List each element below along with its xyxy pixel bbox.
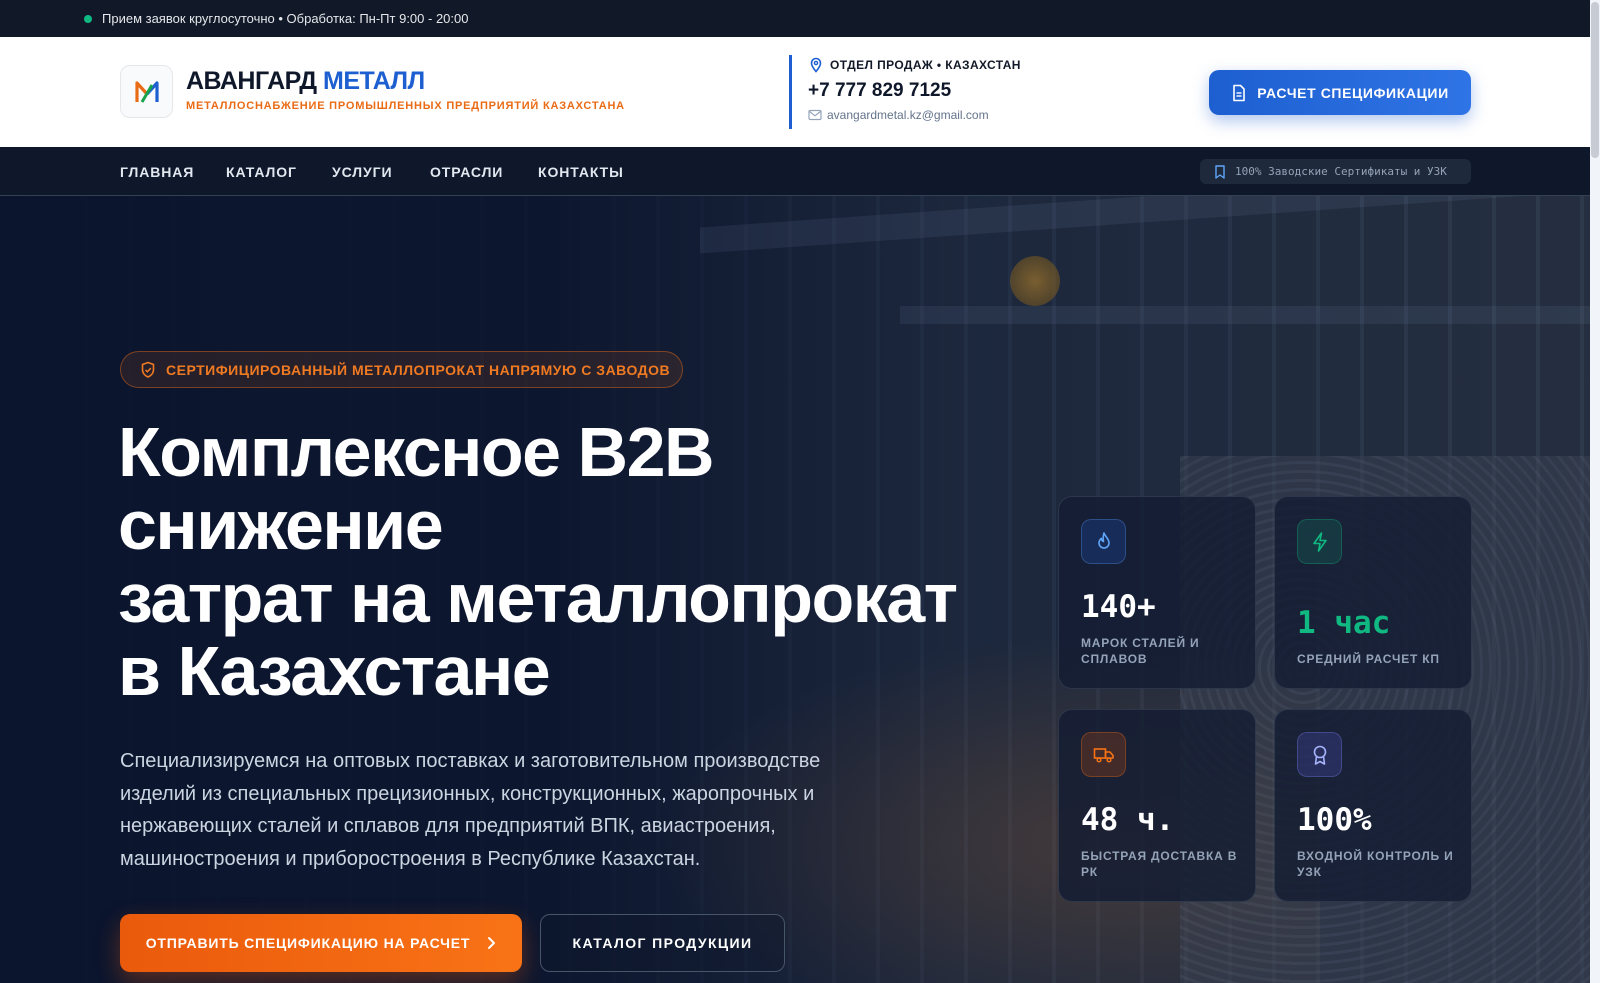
nav-item-contacts[interactable]: КОНТАКТЫ xyxy=(538,164,624,180)
stat-label: СРЕДНИЙ РАСЧЕТ КП xyxy=(1297,652,1440,666)
certificates-badge: 100% Заводские Сертификаты и УЗК xyxy=(1200,159,1471,184)
spec-calc-button[interactable]: РАСЧЕТ СПЕЦИФИКАЦИИ xyxy=(1209,70,1471,115)
hero-description: Специализируемся на оптовых поставках и … xyxy=(120,750,821,870)
nav-item-industries[interactable]: ОТРАСЛИ xyxy=(430,164,503,180)
brand-tagline: МЕТАЛЛОСНАБЖЕНИЕ ПРОМЫШЛЕННЫХ ПРЕДПРИЯТИ… xyxy=(186,100,625,112)
stat-card-grades: 140+ МАРОК СТАЛЕЙ И СПЛАВОВ xyxy=(1058,496,1256,689)
stat-card-quality-control: 100% ВХОДНОЙ КОНТРОЛЬ И УЗК xyxy=(1274,709,1472,902)
stat-card-delivery: 48 ч. БЫСТРАЯ ДОСТАВКА В РК xyxy=(1058,709,1256,902)
hero-title-line: Комплексное B2B xyxy=(118,413,715,491)
scrollbar-thumb[interactable] xyxy=(1591,2,1599,158)
stat-value: 1 час xyxy=(1297,605,1391,641)
stat-value: 48 ч. xyxy=(1081,802,1175,838)
award-icon xyxy=(1297,732,1342,777)
working-hours-text: Прием заявок круглосуточно • Обработка: … xyxy=(102,11,469,26)
hero-title-line: снижение xyxy=(118,486,444,564)
stat-card-quote-time: 1 час СРЕДНИЙ РАСЧЕТ КП xyxy=(1274,496,1472,689)
phone-link[interactable]: +7 777 829 7125 xyxy=(808,80,1021,102)
hero-title-line: затрат на металлопрокат xyxy=(118,559,958,637)
send-spec-button[interactable]: ОТПРАВИТЬ СПЕЦИФИКАЦИЮ НА РАСЧЕТ xyxy=(120,914,522,972)
nav-item-home[interactable]: ГЛАВНАЯ xyxy=(120,164,194,180)
chevron-right-icon xyxy=(488,937,496,949)
brand-name-main: АВАНГАРД xyxy=(186,67,317,95)
main-nav: ГЛАВНАЯ КАТАЛОГ УСЛУГИ ОТРАСЛИ КОНТАКТЫ … xyxy=(0,147,1590,196)
nav-item-services[interactable]: УСЛУГИ xyxy=(332,164,392,180)
document-icon xyxy=(1233,84,1246,101)
top-info-bar: Прием заявок круглосуточно • Обработка: … xyxy=(0,0,1590,37)
stat-value: 140+ xyxy=(1081,589,1156,625)
contact-block: ОТДЕЛ ПРОДАЖ • КАЗАХСТАН +7 777 829 7125… xyxy=(789,55,1021,129)
background-beam xyxy=(900,306,1590,324)
background-crane-hook xyxy=(1010,256,1060,306)
background-beam xyxy=(700,196,1590,254)
stat-label: МАРОК СТАЛЕЙ И СПЛАВОВ xyxy=(1081,636,1200,666)
email-link[interactable]: avangardmetal.kz@gmail.com xyxy=(808,108,1021,122)
location-pin-icon xyxy=(810,57,822,73)
brand-name[interactable]: АВАНГАРД МЕТАЛЛ xyxy=(186,67,425,96)
stat-label: БЫСТРАЯ ДОСТАВКА В РК xyxy=(1081,849,1238,879)
certified-badge: СЕРТИФИЦИРОВАННЫЙ МЕТАЛЛОПРОКАТ НАПРЯМУЮ… xyxy=(120,351,683,388)
bookmark-icon xyxy=(1215,164,1225,179)
hero-title: Комплексное B2B снижение затрат на метал… xyxy=(118,416,998,708)
hero-title-line: в Казахстане xyxy=(118,632,551,710)
lightning-icon xyxy=(1297,519,1342,564)
flame-icon xyxy=(1081,519,1126,564)
catalog-button[interactable]: КАТАЛОГ ПРОДУКЦИИ xyxy=(540,914,785,972)
logo-icon[interactable] xyxy=(120,65,173,118)
nav-item-catalog[interactable]: КАТАЛОГ xyxy=(226,164,297,180)
shield-check-icon xyxy=(141,361,155,378)
mail-icon xyxy=(808,109,822,121)
site-header: АВАНГАРД МЕТАЛЛ МЕТАЛЛОСНАБЖЕНИЕ ПРОМЫШЛ… xyxy=(0,37,1590,147)
truck-icon xyxy=(1081,732,1126,777)
hero-section: СЕРТИФИЦИРОВАННЫЙ МЕТАЛЛОПРОКАТ НАПРЯМУЮ… xyxy=(0,196,1590,983)
sales-dept-label: ОТДЕЛ ПРОДАЖ • КАЗАХСТАН xyxy=(808,57,1021,73)
stat-label: ВХОДНОЙ КОНТРОЛЬ И УЗК xyxy=(1297,849,1454,879)
brand-name-accent: МЕТАЛЛ xyxy=(323,67,425,95)
stat-value: 100% xyxy=(1297,802,1372,838)
page-scrollbar[interactable] xyxy=(1590,0,1600,983)
online-status-dot xyxy=(84,14,92,23)
